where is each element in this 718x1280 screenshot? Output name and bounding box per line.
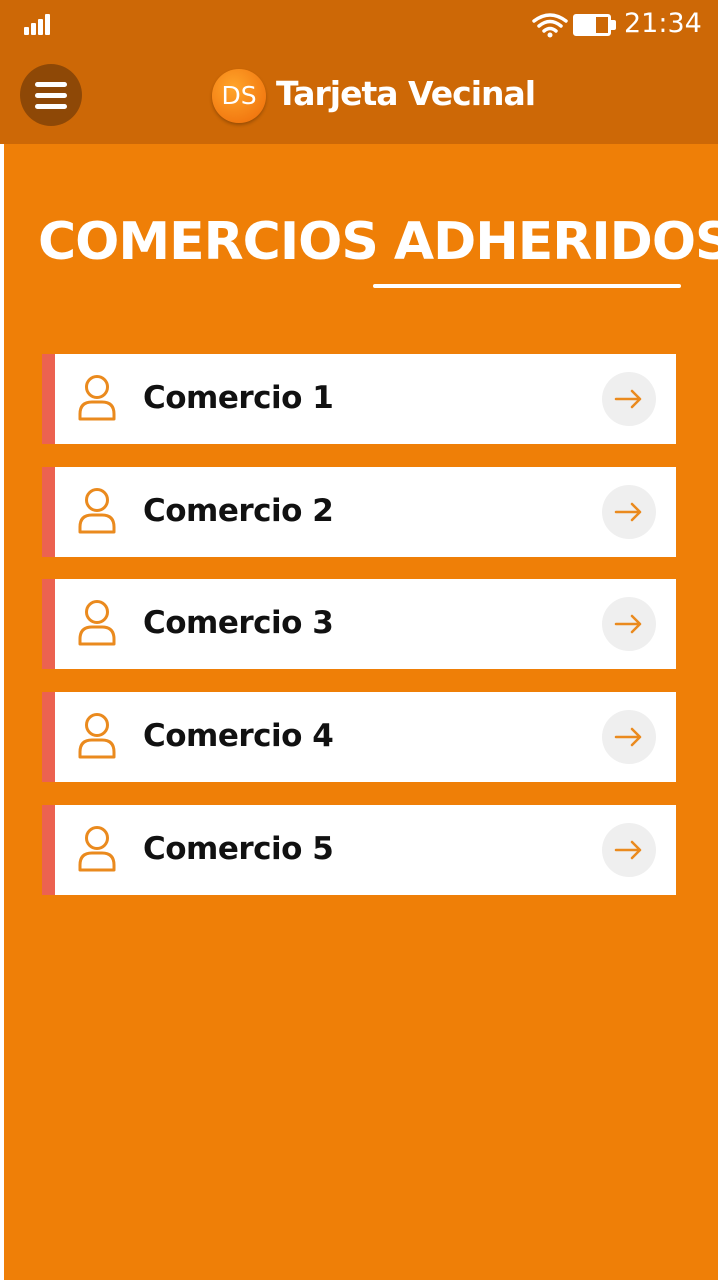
user-icon (78, 826, 116, 872)
app-header: DS Tarjeta Vecinal (0, 48, 718, 144)
arrow-right-icon[interactable] (602, 597, 656, 651)
page-title: COMERCIOS ADHERIDOS (38, 212, 718, 272)
page-title-part1: COMERCIOS (38, 212, 379, 272)
user-icon (78, 488, 116, 534)
title-underline (373, 284, 681, 288)
user-icon (78, 600, 116, 646)
list-item-label: Comercio 1 (143, 380, 334, 416)
arrow-right-icon[interactable] (602, 823, 656, 877)
list-item-comercio-5[interactable]: Comercio 5 (42, 805, 676, 895)
wifi-icon (532, 13, 568, 38)
list-item-comercio-4[interactable]: Comercio 4 (42, 692, 676, 782)
user-icon (78, 713, 116, 759)
status-time: 21:34 (624, 8, 702, 39)
list-item-label: Comercio 4 (143, 718, 334, 754)
page-title-part2: ADHERIDOS (393, 212, 718, 272)
list-item-label: Comercio 5 (143, 831, 334, 867)
user-icon (78, 375, 116, 421)
list-item-comercio-2[interactable]: Comercio 2 (42, 467, 676, 557)
app-title: Tarjeta Vecinal (276, 74, 536, 113)
battery-icon (573, 14, 617, 36)
list-item-comercio-1[interactable]: Comercio 1 (42, 354, 676, 444)
status-bar: 21:34 (0, 0, 718, 48)
signal-icon (24, 13, 56, 35)
hamburger-menu-icon[interactable] (20, 64, 82, 126)
list-item-comercio-3[interactable]: Comercio 3 (42, 579, 676, 669)
arrow-right-icon[interactable] (602, 710, 656, 764)
arrow-right-icon[interactable] (602, 372, 656, 426)
app-logo: DS (212, 69, 266, 123)
list-item-label: Comercio 2 (143, 493, 334, 529)
list-item-label: Comercio 3 (143, 605, 334, 641)
arrow-right-icon[interactable] (602, 485, 656, 539)
left-edge (0, 0, 4, 1280)
